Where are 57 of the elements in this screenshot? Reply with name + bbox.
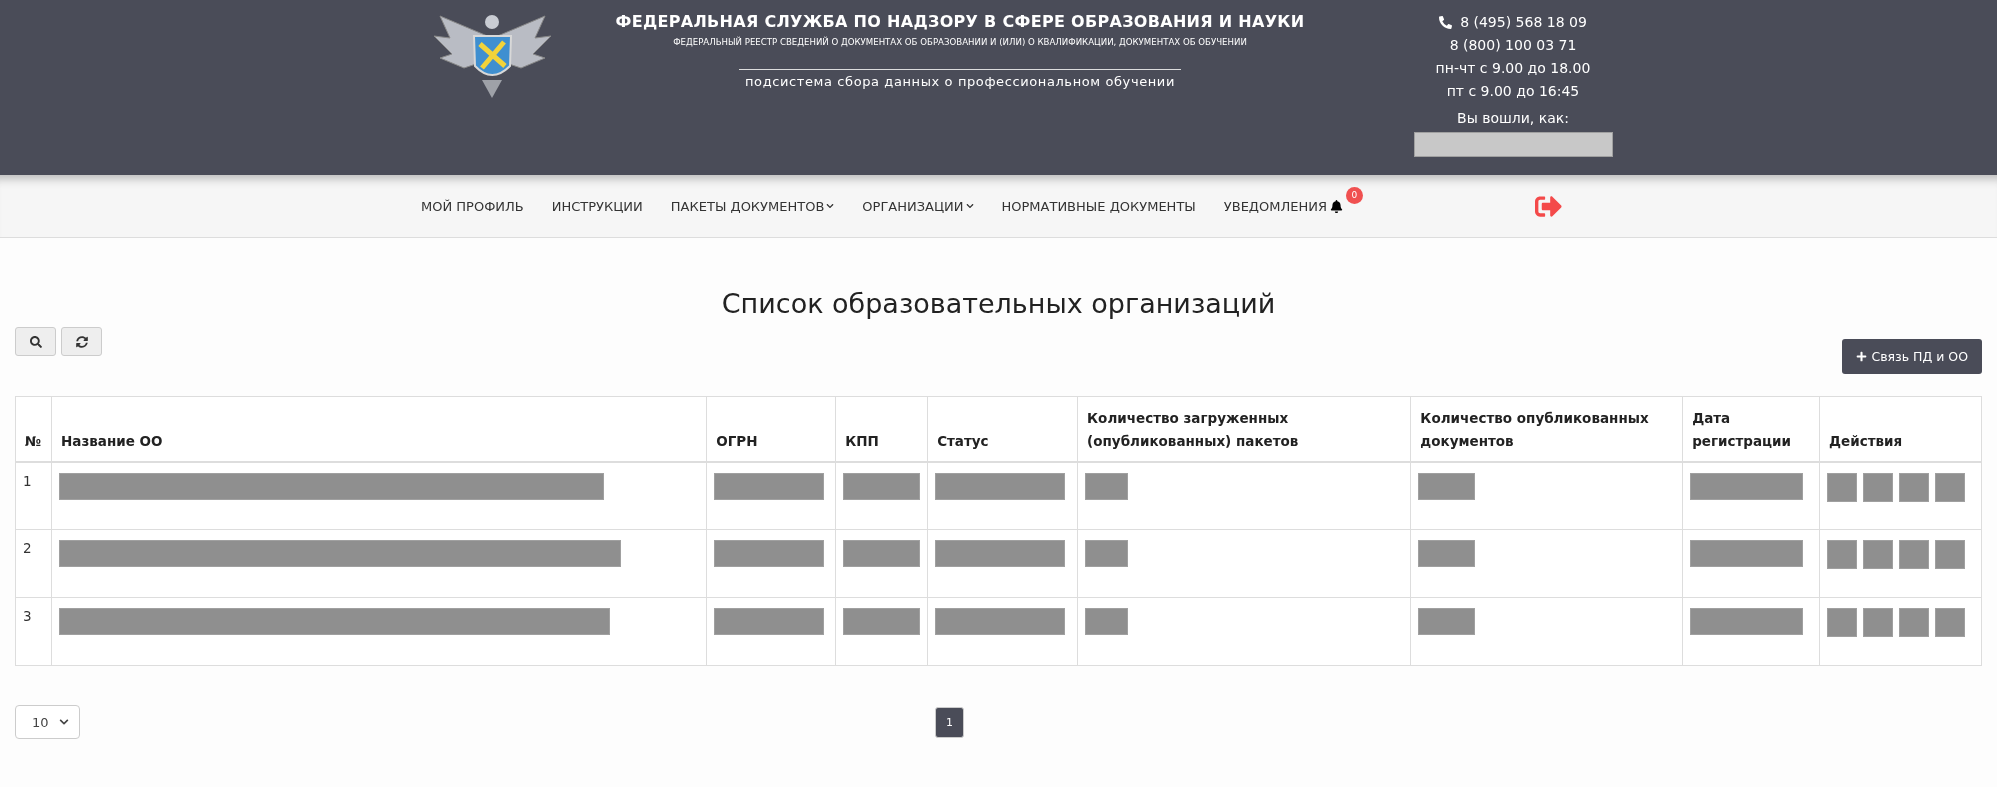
- redacted-action: [1863, 472, 1894, 502]
- redacted-text: [1418, 608, 1476, 635]
- page-size-select[interactable]: 10: [15, 705, 80, 739]
- search-button[interactable]: [15, 327, 56, 356]
- row-number: 1: [23, 472, 32, 489]
- login-label: Вы вошли, как:: [1457, 109, 1569, 128]
- working-hours: пт с 9.00 до 16:45: [1446, 82, 1580, 101]
- plus-icon: [1856, 351, 1868, 362]
- registry-subtitle: ФЕДЕРАЛЬНЫЙ РЕЕСТР СВЕДЕНИЙ О ДОКУМЕНТАХ ОБ ОБРАЗОВАНИИ И (ИЛИ) О КВАЛИФИКАЦИИ, ДОКУМЕНТАХ ОБ ОБУЧЕНИИ: [673, 37, 1247, 47]
- redacted-action: [1899, 472, 1930, 502]
- refresh-icon: [75, 335, 88, 348]
- bell-icon[interactable]: [1330, 199, 1343, 213]
- nav-link[interactable]: МОЙ ПРОФИЛЬ: [421, 198, 524, 214]
- phone-number: 8 (800) 100 03 71: [1449, 36, 1577, 55]
- subsystem-caption: подсистема сбора данных о профессиональном обучении: [739, 69, 1181, 89]
- column-header: КПП: [845, 432, 879, 449]
- row-number: 2: [23, 540, 32, 556]
- working-hours: пн-чт с 9.00 до 18.00: [1435, 59, 1591, 78]
- notification-badge: 0: [1346, 186, 1363, 204]
- page-button[interactable]: 1: [935, 706, 964, 738]
- search-icon: [29, 335, 42, 348]
- link-button[interactable]: Связь ПД и ОО: [1842, 339, 1982, 374]
- redacted-text: [1418, 472, 1476, 500]
- redacted-text: [1418, 540, 1476, 567]
- column-header: №: [25, 432, 42, 449]
- redacted-action: [1935, 540, 1966, 569]
- redacted-action: [1935, 472, 1966, 502]
- redacted-action: [1935, 608, 1966, 637]
- refresh-button[interactable]: [61, 327, 102, 356]
- redacted-text: [1085, 608, 1129, 635]
- column-header: Количество опубликованных документов: [1420, 409, 1649, 449]
- row-number: 3: [23, 608, 32, 624]
- column-header: Статус: [937, 432, 989, 449]
- redacted-action: [1899, 608, 1930, 637]
- nav-link[interactable]: ПАКЕТЫ ДОКУМЕНТОВ: [670, 198, 835, 214]
- redacted-action: [1863, 540, 1894, 569]
- nav-link[interactable]: ОРГАНИЗАЦИИ: [862, 198, 974, 214]
- nav-link[interactable]: УВЕДОМЛЕНИЯ: [1223, 198, 1327, 214]
- phone-number: 8 (495) 568 18 09: [1460, 13, 1587, 32]
- redacted-action: [1863, 608, 1894, 637]
- redacted-action: [1827, 608, 1858, 637]
- nav-link[interactable]: ИНСТРУКЦИИ: [551, 198, 643, 214]
- nav-link[interactable]: НОРМАТИВНЫЕ ДОКУМЕНТЫ: [1001, 198, 1196, 214]
- redacted-text: [1085, 540, 1129, 567]
- agency-title: ФЕДЕРАЛЬНАЯ СЛУЖБА ПО НАДЗОРУ В СФЕРЕ ОБРАЗОВАНИЯ И НАУКИ: [615, 12, 1305, 31]
- column-header: Количество загруженных (опубликованных) пакетов: [1087, 409, 1299, 449]
- caret-icon: [59, 717, 69, 727]
- column-header: Действия: [1829, 432, 1903, 449]
- redacted-action: [1899, 540, 1930, 569]
- page-title: Список образовательных организаций: [720, 288, 1277, 319]
- redacted-action: [1827, 472, 1858, 502]
- column-header: ОГРН: [716, 432, 758, 449]
- phone-icon: [1439, 16, 1453, 29]
- redacted-action: [1827, 540, 1858, 569]
- column-header: Название ОО: [61, 432, 163, 449]
- redacted-text: [1085, 472, 1129, 500]
- column-header: Дата регистрации: [1692, 409, 1791, 449]
